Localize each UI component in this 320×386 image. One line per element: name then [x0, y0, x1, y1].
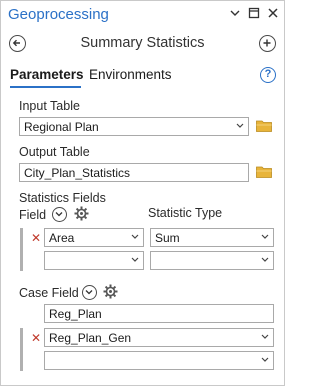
tool-title: Summary Statistics [80, 35, 205, 51]
chevron-down-icon [261, 357, 269, 362]
expand-fields-button[interactable] [52, 207, 67, 222]
expand-case-field-button[interactable] [82, 285, 97, 300]
browse-folder-icon[interactable] [256, 119, 272, 137]
input-table-label: Input Table [19, 99, 80, 113]
save-folder-icon[interactable] [256, 165, 272, 183]
chevron-down-icon [261, 257, 269, 262]
case-field-input[interactable]: Reg_Plan [44, 304, 274, 323]
close-icon[interactable] [266, 6, 280, 20]
input-table-dropdown[interactable]: Regional Plan [19, 117, 249, 136]
restore-window-icon[interactable] [247, 6, 261, 20]
chevron-down-icon [236, 123, 244, 128]
stat-field-dropdown[interactable]: Area [44, 228, 144, 247]
stat-type-dropdown[interactable]: Sum [150, 228, 274, 247]
stat-field-dropdown[interactable] [44, 251, 144, 270]
case-field-label: Case Field [19, 286, 79, 300]
row-drag-handle[interactable] [20, 228, 23, 271]
active-tab-indicator [10, 86, 81, 88]
pane-title: Geoprocessing [8, 6, 109, 23]
output-table-value: City_Plan_Statistics [24, 166, 131, 180]
row-drag-handle[interactable] [20, 328, 23, 371]
output-table-input[interactable]: City_Plan_Statistics [19, 163, 249, 182]
statistic-type-column-header: Statistic Type [148, 206, 223, 220]
tab-environments[interactable]: Environments [89, 67, 172, 82]
settings-gear-icon[interactable] [74, 206, 89, 226]
remove-row-icon[interactable]: ✕ [31, 332, 41, 344]
statistics-fields-label: Statistics Fields [19, 191, 106, 205]
input-table-value: Regional Plan [24, 120, 99, 134]
chevron-down-icon [131, 234, 139, 239]
case-field-value: Reg_Plan [49, 307, 102, 321]
stat-field-value: Area [49, 231, 75, 245]
help-icon[interactable]: ? [260, 67, 276, 83]
case-field-value: Reg_Plan_Gen [49, 331, 132, 345]
stat-type-value: Sum [155, 231, 180, 245]
chevron-down-icon [131, 257, 139, 262]
add-button[interactable] [259, 35, 276, 52]
chevron-down-icon [261, 234, 269, 239]
stat-type-dropdown[interactable] [150, 251, 274, 270]
case-field-dropdown[interactable]: Reg_Plan_Gen [44, 328, 274, 347]
field-column-header: Field [19, 208, 47, 222]
chevron-down-icon [261, 334, 269, 339]
settings-gear-icon[interactable] [103, 284, 118, 304]
case-field-dropdown[interactable] [44, 351, 274, 370]
output-table-label: Output Table [19, 145, 90, 159]
tab-parameters[interactable]: Parameters [10, 67, 84, 82]
options-dropdown-icon[interactable] [228, 6, 242, 20]
remove-row-icon[interactable]: ✕ [31, 232, 41, 244]
